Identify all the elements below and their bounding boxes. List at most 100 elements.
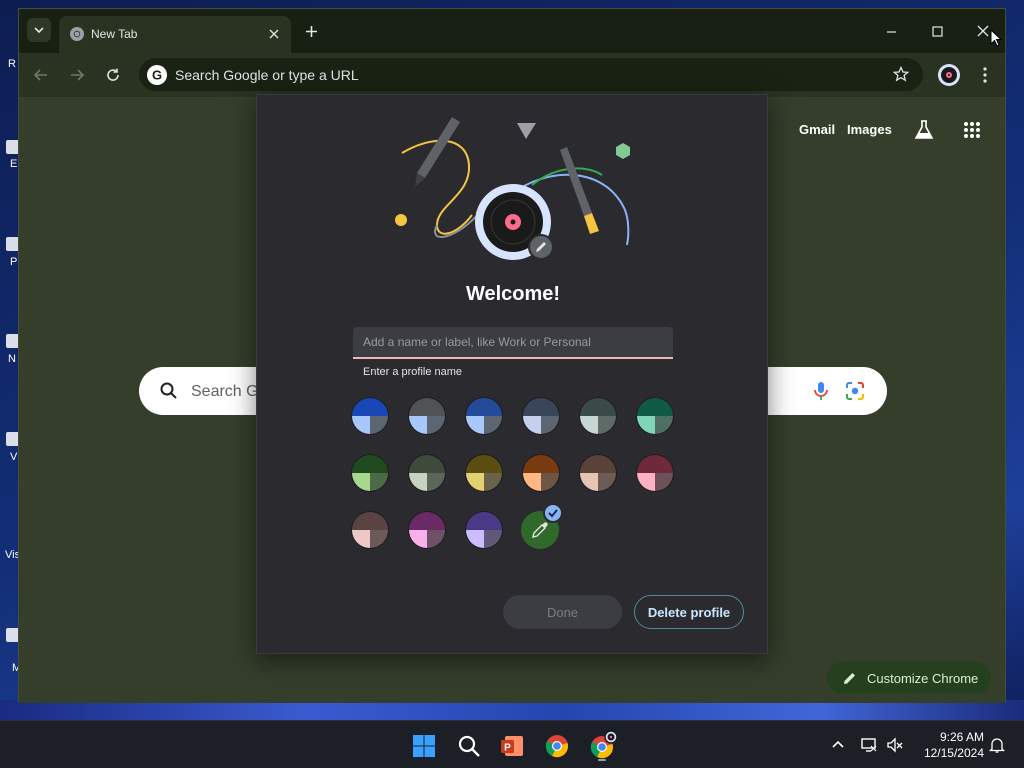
search-icon[interactable]: [456, 733, 482, 759]
color-swatch[interactable]: [465, 511, 503, 549]
chrome-icon[interactable]: [544, 733, 570, 759]
volume-muted-icon[interactable]: [886, 736, 904, 754]
customize-chrome-button[interactable]: Customize Chrome: [827, 662, 991, 694]
tab-new-tab[interactable]: New Tab: [59, 16, 291, 53]
arrow-right-icon: [71, 69, 85, 81]
pencil-icon: [844, 673, 855, 684]
done-button[interactable]: Done: [503, 595, 622, 629]
color-swatch[interactable]: [465, 454, 503, 492]
windows-start-icon[interactable]: [411, 733, 437, 759]
customize-chrome-label: Customize Chrome: [867, 671, 979, 686]
omnibox[interactable]: G Search Google or type a URL: [139, 58, 923, 91]
forward-button[interactable]: [65, 63, 89, 87]
welcome-illustration: [395, 117, 630, 260]
swatch-segment: [370, 530, 388, 548]
color-swatch[interactable]: [579, 454, 617, 492]
swatch-segment: [484, 473, 502, 491]
google-lens-icon[interactable]: [845, 381, 865, 401]
swatch-segment: [484, 530, 502, 548]
swatch-segment: [352, 398, 388, 416]
new-tab-button[interactable]: [301, 21, 321, 41]
swatch-segment: [427, 473, 445, 491]
images-link[interactable]: Images: [847, 122, 892, 137]
swatch-segment: [352, 530, 370, 548]
chrome-menu-button[interactable]: [975, 63, 995, 87]
bookmark-star-button[interactable]: [891, 64, 911, 84]
back-button[interactable]: [29, 63, 53, 87]
notification-bell-icon[interactable]: [988, 736, 1006, 754]
reload-button[interactable]: [101, 63, 125, 87]
swatch-segment: [370, 416, 388, 434]
swatch-segment: [409, 473, 427, 491]
swatch-segment: [466, 416, 484, 434]
desktop-icon-label-1[interactable]: R: [8, 58, 16, 70]
color-swatch[interactable]: [408, 511, 446, 549]
chrome-profile-icon[interactable]: [588, 729, 620, 761]
color-swatch[interactable]: [351, 397, 389, 435]
swatch-segment: [466, 473, 484, 491]
tab-strip: New Tab: [19, 9, 1005, 53]
color-swatch[interactable]: [408, 454, 446, 492]
plus-icon: [305, 25, 317, 37]
more-vertical-icon: [983, 67, 987, 83]
clock-date[interactable]: 12/15/2024: [914, 746, 984, 760]
color-swatch[interactable]: [408, 397, 446, 435]
color-swatch[interactable]: [579, 397, 617, 435]
tab-search-button[interactable]: [27, 18, 51, 42]
color-swatch[interactable]: [522, 454, 560, 492]
swatch-segment: [466, 530, 484, 548]
swatch-segment: [352, 416, 370, 434]
swatch-segment: [523, 473, 541, 491]
swatch-segment: [409, 398, 445, 416]
eyedropper-icon: [532, 522, 548, 538]
minimize-button[interactable]: [879, 19, 903, 43]
svg-text:G: G: [152, 68, 162, 83]
desktop-icon-label-5[interactable]: V: [10, 451, 17, 463]
chevron-up-icon[interactable]: [829, 736, 847, 754]
google-apps-icon[interactable]: [963, 121, 981, 139]
custom-color-swatch[interactable]: [521, 503, 563, 549]
svg-text:P: P: [504, 743, 511, 754]
desktop-icon-label-2[interactable]: E: [10, 158, 17, 170]
profile-avatar-button[interactable]: [937, 63, 961, 87]
close-icon: [977, 25, 989, 37]
color-swatch[interactable]: [351, 511, 389, 549]
microphone-icon[interactable]: [811, 380, 831, 402]
omnibox-text: Search Google or type a URL: [175, 67, 359, 83]
swatch-segment: [409, 416, 427, 434]
maximize-button[interactable]: [925, 19, 949, 43]
clock-time[interactable]: 9:26 AM: [920, 730, 984, 744]
color-swatch[interactable]: [636, 397, 674, 435]
network-icon[interactable]: [860, 736, 878, 754]
swatch-segment: [637, 416, 655, 434]
color-swatch[interactable]: [351, 454, 389, 492]
swatch-segment: [466, 398, 502, 416]
profile-customization-dialog: Welcome! Enter a profile name Done Delet…: [256, 94, 768, 654]
color-swatch[interactable]: [465, 397, 503, 435]
color-swatch[interactable]: [522, 397, 560, 435]
profile-name-input[interactable]: [353, 327, 673, 359]
reload-icon: [107, 68, 119, 81]
powerpoint-icon[interactable]: P: [499, 733, 525, 759]
swatch-segment: [427, 530, 445, 548]
swatch-segment: [541, 473, 559, 491]
welcome-title: Welcome!: [465, 283, 561, 305]
chrome-logo-icon: [70, 27, 84, 41]
tab-close-button[interactable]: [265, 25, 283, 43]
search-icon: [160, 382, 177, 399]
delete-profile-button[interactable]: Delete profile: [634, 595, 744, 629]
minimize-icon: [886, 30, 896, 33]
color-swatch[interactable]: [636, 454, 674, 492]
labs-flask-icon[interactable]: [913, 119, 935, 141]
chevron-down-icon: [34, 27, 44, 34]
swatch-segment: [466, 512, 502, 530]
swatch-segment: [409, 530, 427, 548]
swatch-segment: [655, 473, 673, 491]
swatch-segment: [484, 416, 502, 434]
gmail-link[interactable]: Gmail: [799, 122, 835, 137]
desktop-icon-label-3[interactable]: P: [10, 256, 17, 268]
maximize-icon: [931, 25, 943, 37]
desktop-icon-label-4[interactable]: N: [8, 353, 16, 365]
close-icon: [269, 29, 279, 39]
swatch-segment: [352, 455, 388, 473]
